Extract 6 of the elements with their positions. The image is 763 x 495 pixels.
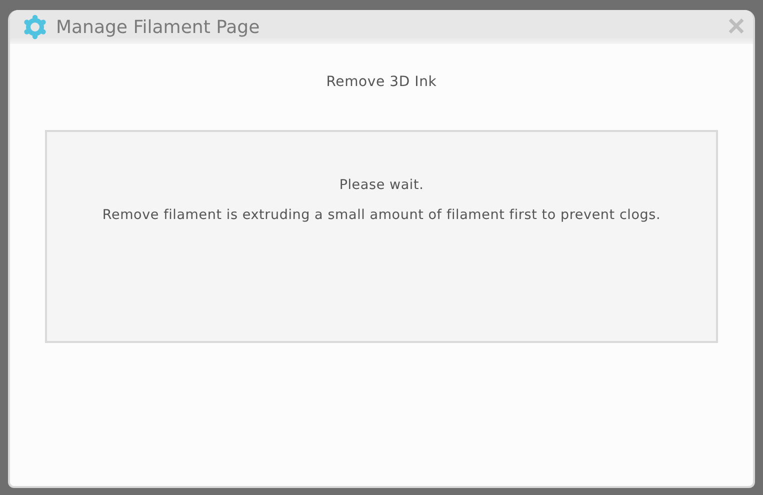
page-heading: Remove 3D Ink [325, 74, 438, 90]
window-title: Manage Filament Page [56, 16, 261, 38]
gear-icon [22, 14, 48, 40]
message-text: Remove filament is extruding a small amount of filament first to prevent clogs. [102, 207, 661, 223]
close-button[interactable]: × [727, 12, 745, 42]
message-text: Please wait. [339, 177, 424, 193]
